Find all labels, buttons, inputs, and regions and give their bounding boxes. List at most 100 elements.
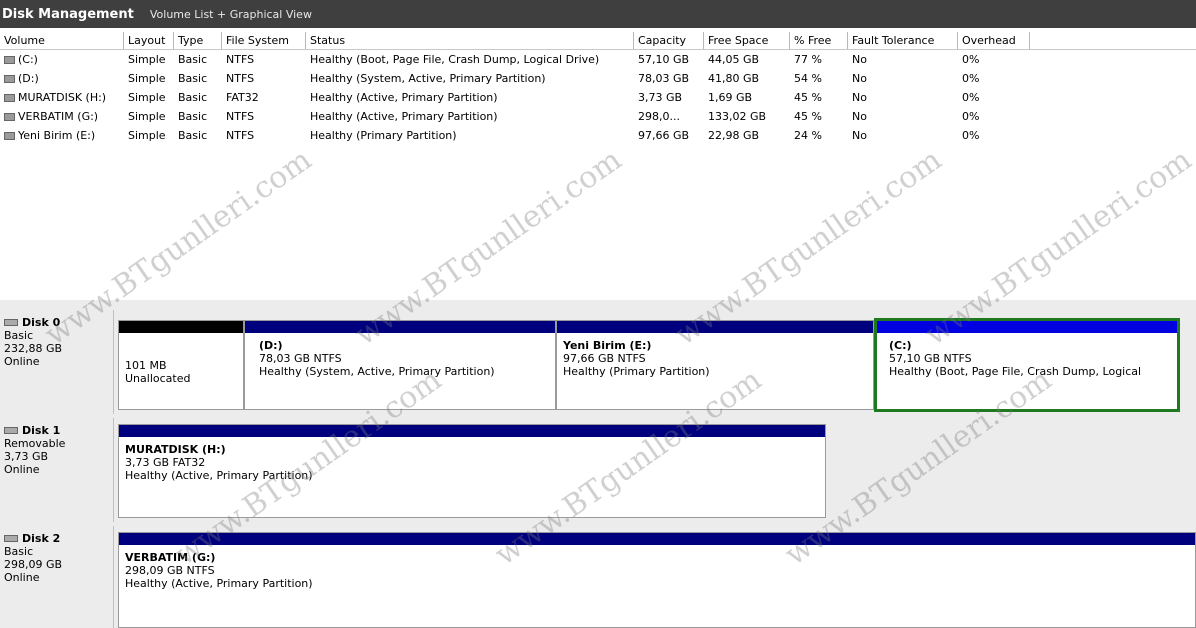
disk-row-0: Disk 0 Basic 232,88 GB Online 101 MB Una… (0, 310, 1196, 414)
volume-cell-free: 22,98 GB (708, 129, 760, 142)
partition-c[interactable]: (C:) 57,10 GB NTFS Healthy (Boot, Page F… (874, 318, 1180, 412)
disk-state: Online (4, 571, 40, 584)
column-header-file-system[interactable]: File System (222, 32, 306, 49)
partition-bar (119, 533, 1195, 545)
volume-cell-overhead: 0% (962, 110, 980, 123)
volume-cell-volume: Yeni Birim (E:) (0, 126, 124, 145)
volume-cell-pct: 54 % (794, 72, 822, 85)
partition-title: (C:) (889, 339, 912, 352)
volume-cell-type: Basic (178, 72, 208, 85)
app-title: Disk Management (2, 6, 134, 22)
disk-info-1[interactable]: Disk 1 Removable 3,73 GB Online (0, 418, 114, 522)
disk-kind: Basic (4, 545, 34, 558)
disk-info-2[interactable]: Disk 2 Basic 298,09 GB Online (0, 526, 114, 628)
volume-cell-fault: No (852, 91, 867, 104)
partition-size: 78,03 GB NTFS (259, 352, 342, 365)
hard-disk-icon (4, 535, 18, 542)
volume-cell-layout: Simple (128, 91, 166, 104)
column-header-volume[interactable]: Volume (0, 32, 124, 49)
partition-bar (557, 321, 873, 333)
column-header-status[interactable]: Status (306, 32, 634, 49)
partition-d[interactable]: (D:) 78,03 GB NTFS Healthy (System, Acti… (244, 320, 556, 410)
volume-name: MURATDISK (H:) (18, 91, 107, 104)
disk-state: Online (4, 355, 40, 368)
column-header-fault-tolerance[interactable]: Fault Tolerance (848, 32, 958, 49)
disk-kind: Basic (4, 329, 34, 342)
partition-status: Unallocated (125, 372, 191, 385)
volume-row[interactable]: MURATDISK (H:) Simple Basic FAT32 Healthy (A… (0, 88, 1196, 107)
volume-cell-volume: MURATDISK (H:) (0, 88, 124, 107)
volume-row[interactable]: Yeni Birim (E:) Simple Basic NTFS Healthy (P… (0, 126, 1196, 145)
disk-row-1: Disk 1 Removable 3,73 GB Online MURATDIS… (0, 418, 1196, 522)
volume-cell-type: Basic (178, 129, 208, 142)
partition-title: (D:) (259, 339, 283, 352)
column-header-layout[interactable]: Layout (124, 32, 174, 49)
volume-cell-capacity: 3,73 GB (638, 91, 683, 104)
disk-name: Disk 0 (22, 316, 61, 329)
partition-status: Healthy (Boot, Page File, Crash Dump, Lo… (889, 365, 1142, 378)
volume-cell-fs: FAT32 (226, 91, 259, 104)
column-header-type[interactable]: Type (174, 32, 222, 49)
disk-info-0[interactable]: Disk 0 Basic 232,88 GB Online (0, 310, 114, 414)
volume-cell-volume: (D:) (0, 69, 124, 88)
partition-size: 97,66 GB NTFS (563, 352, 646, 365)
volume-cell-fault: No (852, 129, 867, 142)
graphical-view: Disk 0 Basic 232,88 GB Online 101 MB Una… (0, 300, 1196, 628)
volume-row[interactable]: (C:) Simple Basic NTFS Healthy (Boot, Page F… (0, 50, 1196, 69)
partition-title: VERBATIM (G:) (125, 551, 216, 564)
column-header-percent-free[interactable]: % Free (790, 32, 848, 49)
volume-cell-type: Basic (178, 53, 208, 66)
disk-size: 298,09 GB (4, 558, 63, 571)
removable-disk-icon (4, 427, 18, 434)
hard-disk-icon (4, 319, 18, 326)
volume-cell-free: 133,02 GB (708, 110, 767, 123)
partition-bar (119, 321, 243, 333)
volume-cell-overhead: 0% (962, 53, 980, 66)
disk-name: Disk 1 (22, 424, 61, 437)
partition-title: Yeni Birim (E:) (563, 339, 652, 352)
volume-cell-pct: 45 % (794, 110, 822, 123)
volume-cell-fs: NTFS (226, 72, 255, 85)
drive-icon (4, 75, 15, 83)
volume-name: (C:) (18, 53, 38, 66)
volume-cell-fs: NTFS (226, 110, 255, 123)
volume-list: Volume Layout Type File System Status Ca… (0, 32, 1196, 292)
partition-e[interactable]: Yeni Birim (E:) 97,66 GB NTFS Healthy (P… (556, 320, 874, 410)
partition-size: 101 MB (125, 359, 167, 372)
volume-cell-fault: No (852, 72, 867, 85)
volume-cell-pct: 77 % (794, 53, 822, 66)
volume-cell-type: Basic (178, 91, 208, 104)
partition-title: MURATDISK (H:) (125, 443, 226, 456)
volume-cell-status: Healthy (Active, Primary Partition) (310, 110, 498, 123)
volume-cell-pct: 45 % (794, 91, 822, 104)
partition-g[interactable]: VERBATIM (G:) 298,09 GB NTFS Healthy (Ac… (118, 532, 1196, 628)
volume-cell-capacity: 298,0... (638, 110, 680, 123)
partition-status: Healthy (Active, Primary Partition) (125, 577, 313, 590)
disk-row-2: Disk 2 Basic 298,09 GB Online VERBATIM (… (0, 526, 1196, 628)
volume-cell-layout: Simple (128, 110, 166, 123)
drive-icon (4, 94, 15, 102)
volume-cell-overhead: 0% (962, 129, 980, 142)
volume-cell-free: 1,69 GB (708, 91, 753, 104)
partition-status: Healthy (System, Active, Primary Partiti… (259, 365, 495, 378)
volume-cell-free: 44,05 GB (708, 53, 760, 66)
partition-size: 57,10 GB NTFS (889, 352, 972, 365)
disk-name: Disk 2 (22, 532, 61, 545)
drive-icon (4, 113, 15, 121)
partition-h[interactable]: MURATDISK (H:) 3,73 GB FAT32 Healthy (Ac… (118, 424, 826, 518)
volume-cell-status: Healthy (Active, Primary Partition) (310, 91, 498, 104)
column-header-capacity[interactable]: Capacity (634, 32, 704, 49)
volume-row[interactable]: VERBATIM (G:) Simple Basic NTFS Healthy (Act… (0, 107, 1196, 126)
volume-cell-volume: VERBATIM (G:) (0, 107, 124, 126)
disk-size: 232,88 GB (4, 342, 63, 355)
column-header-free-space[interactable]: Free Space (704, 32, 790, 49)
partition-status: Healthy (Primary Partition) (563, 365, 710, 378)
volume-cell-layout: Simple (128, 129, 166, 142)
volume-row[interactable]: (D:) Simple Basic NTFS Healthy (System, Acti… (0, 69, 1196, 88)
partition-status: Healthy (Active, Primary Partition) (125, 469, 313, 482)
volume-name: Yeni Birim (E:) (18, 129, 96, 142)
partition-unallocated[interactable]: 101 MB Unallocated (118, 320, 244, 410)
column-header-overhead[interactable]: Overhead (958, 32, 1030, 49)
view-mode-label[interactable]: Volume List + Graphical View (150, 8, 312, 21)
volume-cell-fs: NTFS (226, 53, 255, 66)
